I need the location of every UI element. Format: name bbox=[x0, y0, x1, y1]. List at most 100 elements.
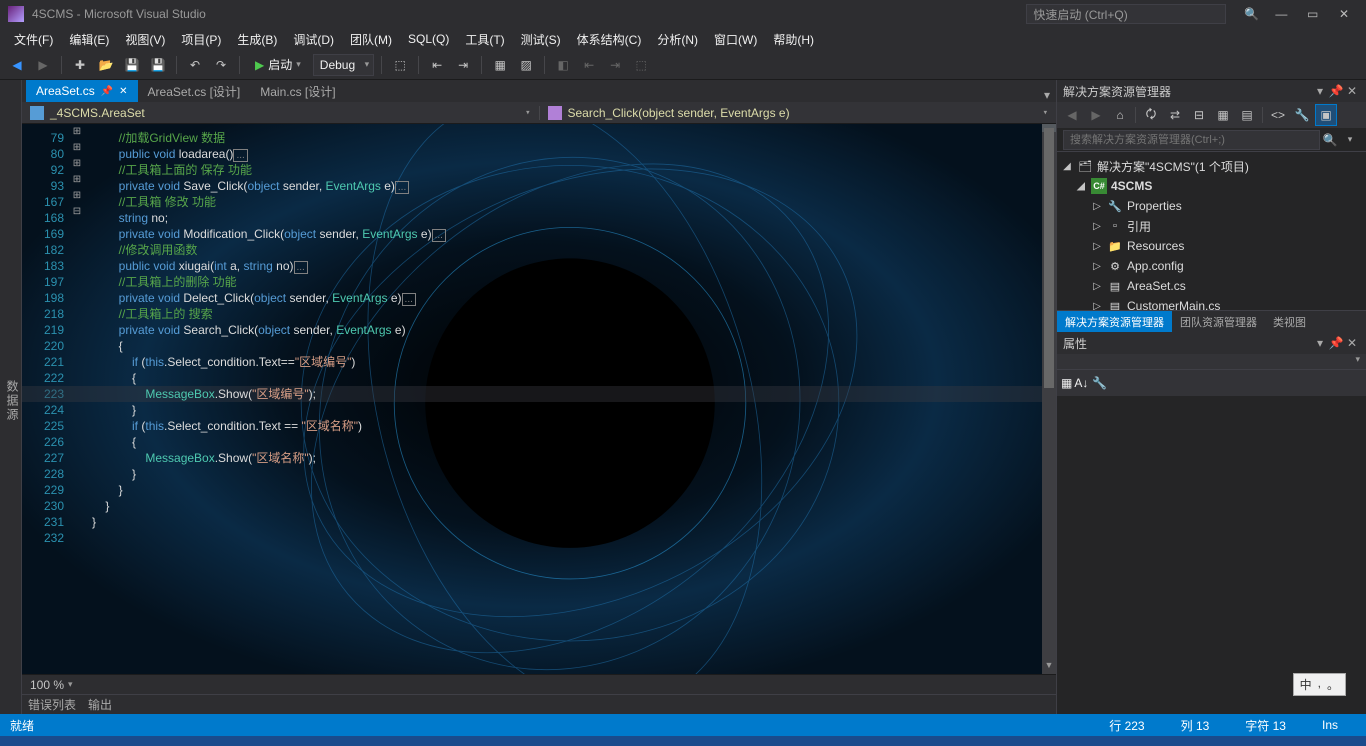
search-icon[interactable]: 🔍 bbox=[1320, 133, 1340, 147]
quick-launch-input[interactable]: 快速启动 (Ctrl+Q) bbox=[1026, 4, 1226, 24]
tree-item[interactable]: ▷▤CustomerMain.cs bbox=[1057, 296, 1366, 310]
menu-item[interactable]: 调试(D) bbox=[285, 29, 342, 50]
tree-item[interactable]: ▷🔧Properties bbox=[1057, 196, 1366, 216]
se-home-button[interactable]: ⌂ bbox=[1109, 104, 1131, 126]
tree-item[interactable]: ▷▤AreaSet.cs bbox=[1057, 276, 1366, 296]
solution-node[interactable]: ◢ 🗂 解决方案"4SCMS"(1 个项目) bbox=[1057, 156, 1366, 176]
redo-button[interactable]: ↷ bbox=[210, 54, 232, 76]
tabs-overflow-icon[interactable]: ▾ bbox=[1038, 88, 1056, 102]
nav-back-button[interactable]: ◀ bbox=[6, 54, 28, 76]
menu-item[interactable]: 文件(F) bbox=[6, 29, 61, 50]
expand-icon[interactable]: ▷ bbox=[1091, 261, 1103, 272]
menu-item[interactable]: 体系结构(C) bbox=[569, 29, 650, 50]
doc-tab[interactable]: Main.cs [设计] bbox=[250, 80, 345, 102]
expand-icon[interactable]: ▷ bbox=[1091, 221, 1103, 232]
rail-tab[interactable]: 数据源 bbox=[4, 380, 21, 422]
se-showall-button[interactable]: ▦ bbox=[1212, 104, 1234, 126]
search-icon[interactable]: 🔍 bbox=[1244, 7, 1259, 21]
expand-icon[interactable]: ▷ bbox=[1091, 241, 1103, 252]
menu-item[interactable]: 生成(B) bbox=[229, 29, 285, 50]
expand-icon[interactable]: ▷ bbox=[1091, 281, 1103, 292]
tree-item[interactable]: ▷⚙App.config bbox=[1057, 256, 1366, 276]
menu-item[interactable]: 工具(T) bbox=[457, 29, 512, 50]
menu-item[interactable]: 团队(M) bbox=[342, 29, 400, 50]
nav-member-dropdown[interactable]: Search_Click(object sender, EventArgs e) bbox=[539, 106, 1057, 120]
expand-icon[interactable]: ◢ bbox=[1075, 181, 1087, 192]
doc-tab[interactable]: AreaSet.cs📌✕ bbox=[26, 80, 138, 102]
outline-toggle[interactable]: ⊞ bbox=[70, 156, 84, 172]
se-properties-button[interactable]: ▤ bbox=[1236, 104, 1258, 126]
close-button[interactable]: ✕ bbox=[1330, 7, 1358, 21]
save-button[interactable]: 💾 bbox=[121, 54, 143, 76]
close-tab-icon[interactable]: ✕ bbox=[119, 86, 127, 97]
tool-btn-5[interactable]: ⬚ bbox=[630, 54, 652, 76]
menu-item[interactable]: SQL(Q) bbox=[400, 30, 457, 48]
ime-indicator[interactable]: 中 , 。 bbox=[1293, 673, 1346, 696]
se-preview-button[interactable]: 🔧 bbox=[1291, 104, 1313, 126]
expand-icon[interactable]: ◢ bbox=[1061, 161, 1073, 172]
nav-fwd-button[interactable]: ▶ bbox=[32, 54, 54, 76]
start-debug-button[interactable]: ▶ 启动 ▾ bbox=[247, 54, 309, 76]
se-collapse-button[interactable]: ⊟ bbox=[1188, 104, 1210, 126]
os-taskbar[interactable] bbox=[0, 736, 1366, 746]
zoom-dropdown[interactable]: 100 % bbox=[30, 678, 73, 692]
project-node[interactable]: ◢ C# 4SCMS bbox=[1057, 176, 1366, 196]
menu-item[interactable]: 分析(N) bbox=[649, 29, 706, 50]
menu-item[interactable]: 编辑(E) bbox=[61, 29, 117, 50]
tool-btn-1[interactable]: ⬚ bbox=[389, 54, 411, 76]
se-search-input[interactable] bbox=[1063, 130, 1320, 150]
tool-btn-2[interactable]: ◧ bbox=[552, 54, 574, 76]
scroll-thumb[interactable] bbox=[1044, 128, 1054, 388]
se-back-button[interactable]: ◀ bbox=[1061, 104, 1083, 126]
solution-tree[interactable]: ◢ 🗂 解决方案"4SCMS"(1 个项目) ◢ C# 4SCMS ▷🔧Prop… bbox=[1057, 152, 1366, 310]
panel-close-icon[interactable]: ✕ bbox=[1344, 336, 1360, 350]
se-sync-button[interactable]: ⇄ bbox=[1164, 104, 1186, 126]
prop-cat-button[interactable]: ▦ bbox=[1061, 376, 1072, 390]
doc-tab[interactable]: AreaSet.cs [设计] bbox=[138, 80, 251, 102]
expand-icon[interactable]: ▷ bbox=[1091, 301, 1103, 311]
panel-tab[interactable]: 团队资源管理器 bbox=[1172, 311, 1265, 333]
menu-item[interactable]: 测试(S) bbox=[513, 29, 569, 50]
new-project-button[interactable]: ✚ bbox=[69, 54, 91, 76]
output-tab[interactable]: 输出 bbox=[88, 696, 112, 713]
properties-dropdown[interactable]: ▾ bbox=[1057, 354, 1366, 370]
menu-item[interactable]: 项目(P) bbox=[173, 29, 229, 50]
outline-toggle[interactable]: ⊞ bbox=[70, 124, 84, 140]
panel-pin-icon[interactable]: 📌 bbox=[1328, 84, 1344, 98]
prop-pages-button[interactable]: 🔧 bbox=[1092, 376, 1107, 390]
tree-item[interactable]: ▷▫引用 bbox=[1057, 216, 1366, 236]
panel-pin-icon[interactable]: 📌 bbox=[1328, 336, 1344, 350]
se-refresh-button[interactable]: 🗘 bbox=[1140, 104, 1162, 126]
tool-btn-4[interactable]: ⇥ bbox=[604, 54, 626, 76]
se-viewcode-button[interactable]: <> bbox=[1267, 104, 1289, 126]
comment-button[interactable]: ▦ bbox=[489, 54, 511, 76]
maximize-button[interactable]: ▭ bbox=[1299, 7, 1327, 21]
pin-icon[interactable]: 📌 bbox=[101, 86, 113, 97]
code-editor[interactable]: 7980929316716816918218319719821821922022… bbox=[22, 124, 1056, 674]
minimize-button[interactable]: — bbox=[1267, 7, 1295, 21]
vertical-scrollbar[interactable]: ▲ ▼ bbox=[1042, 124, 1056, 674]
outline-toggle[interactable]: ⊞ bbox=[70, 140, 84, 156]
panel-close-icon[interactable]: ✕ bbox=[1344, 84, 1360, 98]
panel-tab[interactable]: 解决方案资源管理器 bbox=[1057, 311, 1172, 333]
panel-tab[interactable]: 类视图 bbox=[1265, 311, 1314, 333]
prop-az-button[interactable]: A↓ bbox=[1074, 376, 1088, 390]
properties-grid[interactable] bbox=[1057, 396, 1366, 714]
panel-menu-icon[interactable]: ▾ bbox=[1312, 336, 1328, 350]
code-text[interactable]: //加载GridView 数据 public void loadarea()..… bbox=[84, 124, 1056, 674]
scroll-down-icon[interactable]: ▼ bbox=[1042, 660, 1056, 674]
outline-toggle[interactable]: ⊟ bbox=[70, 204, 84, 220]
nav-type-dropdown[interactable]: _4SCMS.AreaSet bbox=[22, 106, 539, 120]
se-preview-toggle[interactable]: ▣ bbox=[1315, 104, 1337, 126]
config-dropdown[interactable]: Debug bbox=[313, 54, 374, 76]
uncomment-button[interactable]: ▨ bbox=[515, 54, 537, 76]
open-file-button[interactable]: 📂 bbox=[95, 54, 117, 76]
save-all-button[interactable]: 💾 bbox=[147, 54, 169, 76]
indent-dec-button[interactable]: ⇤ bbox=[426, 54, 448, 76]
outline-toggle[interactable]: ⊞ bbox=[70, 188, 84, 204]
outline-toggle[interactable]: ⊞ bbox=[70, 172, 84, 188]
expand-icon[interactable]: ▷ bbox=[1091, 201, 1103, 212]
tool-btn-3[interactable]: ⇤ bbox=[578, 54, 600, 76]
search-dd-icon[interactable]: ▾ bbox=[1340, 134, 1360, 145]
panel-menu-icon[interactable]: ▾ bbox=[1312, 84, 1328, 98]
